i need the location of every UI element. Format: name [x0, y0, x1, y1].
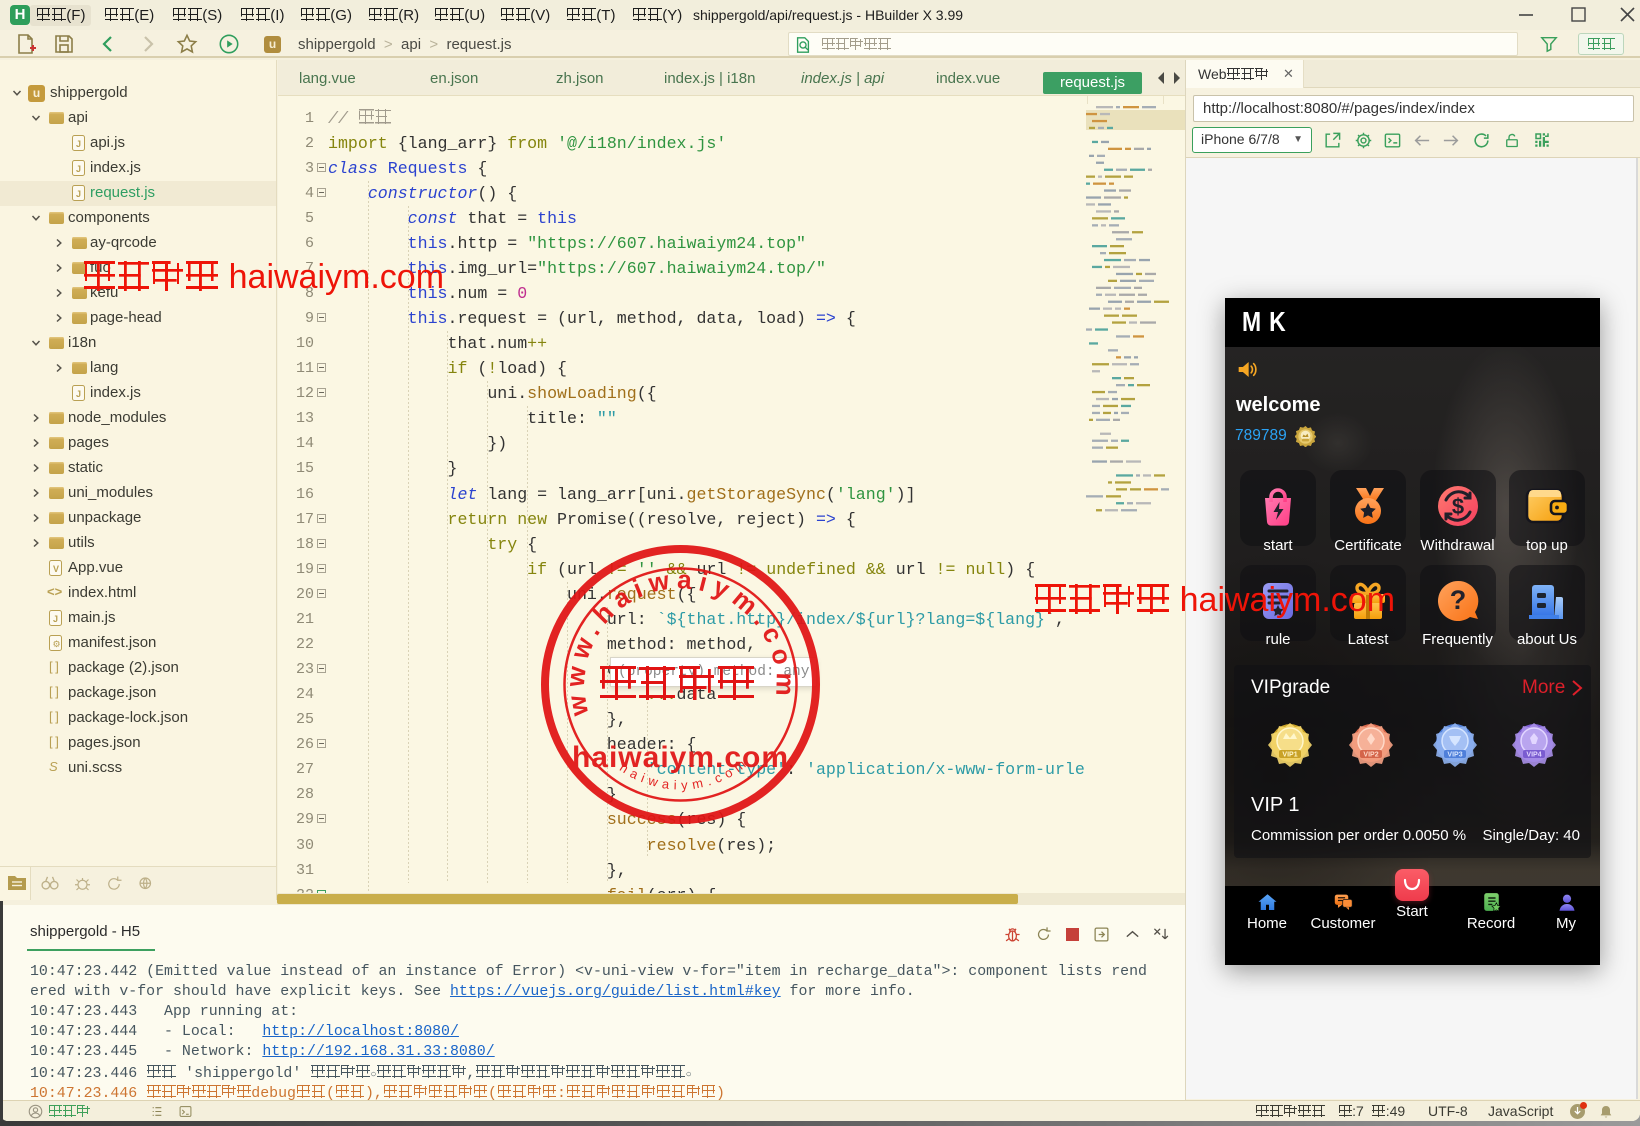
svg-text:VIP2: VIP2 [1363, 752, 1378, 759]
svg-text:VIP3: VIP3 [1447, 752, 1462, 759]
svg-text:VIP1: VIP1 [1282, 752, 1297, 759]
svg-text:VIP4: VIP4 [1526, 752, 1541, 759]
svg-text:haiwaiym.com: haiwaiym.com [572, 741, 789, 774]
